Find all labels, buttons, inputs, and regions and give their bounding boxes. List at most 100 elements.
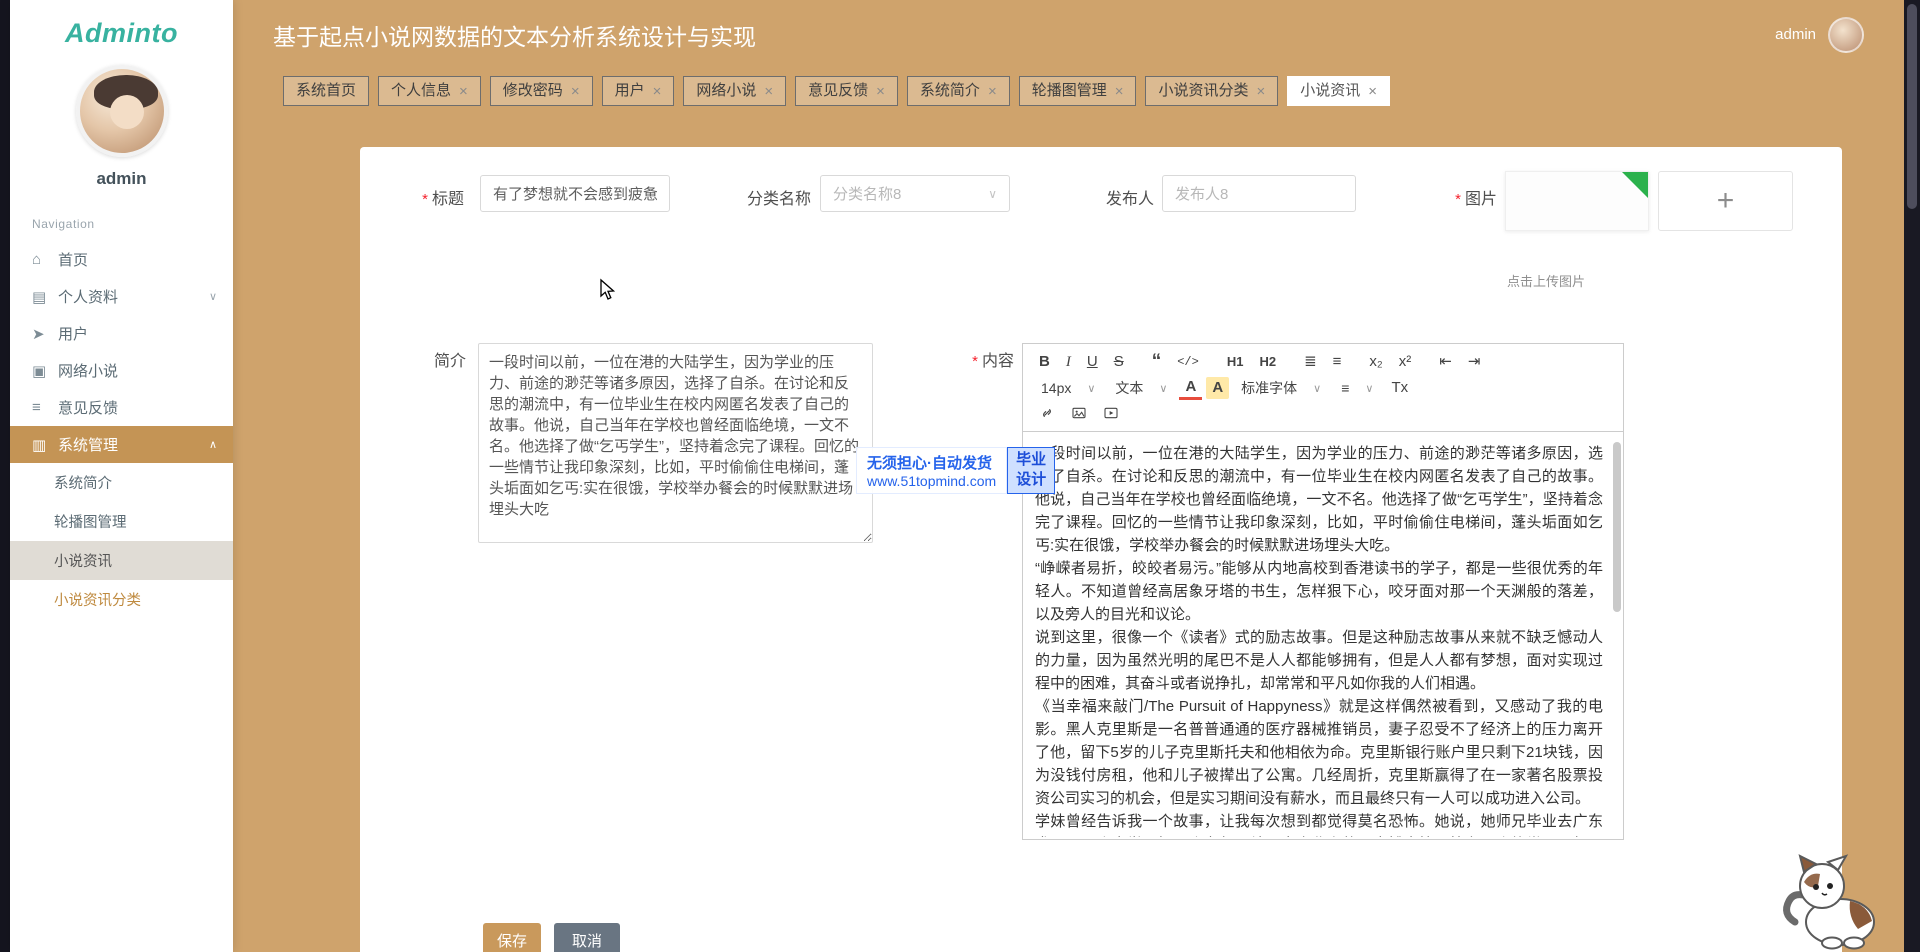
vendor-watermark: 无须担心·自动发货 www.51topmind.com 毕业 设计 [856,447,1055,494]
save-button[interactable]: 保存 [483,923,541,952]
tab-novel-news-category[interactable]: 小说资讯分类 × [1145,76,1278,106]
clear-format-button[interactable]: Tx [1385,377,1414,399]
image-upload-add-button[interactable]: + [1658,171,1793,231]
indent-button[interactable]: ⇥ [1462,351,1487,373]
sidebar-user-avatar[interactable] [76,65,168,157]
category-select-value: 分类名称8 [833,183,901,204]
cancel-button[interactable]: 取消 [554,923,620,952]
publisher-input[interactable] [1162,175,1356,212]
ordered-list-button[interactable]: ≣ [1298,351,1323,373]
submenu-item-novel-news[interactable]: 小说资讯 [10,541,233,580]
tab-label: 个人信息 [391,77,451,105]
header-user-avatar[interactable] [1828,17,1864,53]
close-icon[interactable]: × [764,84,773,99]
chevron-down-icon: ∨ [209,290,217,303]
video-button[interactable] [1097,403,1125,423]
image-icon [1071,405,1087,421]
image-label: *图片 [1400,185,1497,209]
sidebar: Adminto admin Navigation ⌂ 首页 ▤ 个人资料 ∨ ➤… [10,0,233,952]
strikethrough-button[interactable]: S [1108,351,1130,373]
chevron-down-icon: ∨ [1313,382,1321,395]
close-icon[interactable]: × [1368,84,1377,99]
image-button[interactable] [1065,403,1093,423]
title-input[interactable] [480,175,670,212]
tab-system-home[interactable]: 系统首页 [283,76,369,106]
sidebar-item-users[interactable]: ➤ 用户 [10,315,233,352]
chevron-up-icon: ∧ [209,438,217,451]
close-icon[interactable]: × [876,84,885,99]
underline-button[interactable]: U [1081,351,1104,373]
profile-icon: ▤ [32,288,58,306]
cat-mascot-image [1780,852,1885,950]
publisher-label: 发布人 [1040,185,1154,209]
header-user-menu[interactable]: admin [1775,17,1864,53]
align-select[interactable]: ≡ ∨ [1333,379,1381,397]
page-title: 基于起点小说网数据的文本分析系统设计与实现 [273,18,1775,52]
header1-button[interactable]: H1 [1221,351,1250,373]
sidebar-item-label: 用户 [58,323,217,344]
intro-label: 简介 [390,347,466,371]
plus-icon: + [1717,184,1735,218]
intro-textarea[interactable]: 一段时间以前，一位在港的大陆学生，因为学业的压力、前途的渺茫等诸多原因，选择了自… [478,343,873,543]
close-icon[interactable]: × [459,84,468,99]
paragraph-style-select[interactable]: 文本 ∨ [1107,377,1175,399]
header2-button[interactable]: H2 [1253,351,1282,373]
tab-web-novel[interactable]: 网络小说 × [683,76,786,106]
watermark-badge: 毕业 设计 [1007,447,1055,494]
blockquote-button[interactable]: “ [1146,354,1168,370]
close-icon[interactable]: × [653,84,662,99]
editor-paragraph: 一段时间以前，一位在港的大陆学生，因为学业的压力、前途的渺茫等诸多原因，选择了自… [1035,442,1603,557]
close-icon[interactable]: × [1115,84,1124,99]
bold-button[interactable]: B [1033,351,1056,373]
content-area: *标题 分类名称 分类名称8 ∨ 发布人 *图片 + [233,113,1904,952]
image-upload-hint[interactable]: 点击上传图片 [1507,271,1585,290]
tab-label: 轮播图管理 [1032,77,1107,105]
editor-paragraph: 《当幸福来敲门/The Pursuit of Happyness》就是这样偶然被… [1035,695,1603,810]
sidebar-item-web-novel[interactable]: ▣ 网络小说 [10,352,233,389]
required-mark: * [1455,191,1461,208]
video-icon [1103,405,1119,421]
sidebar-item-home[interactable]: ⌂ 首页 [10,241,233,278]
nav-section-label: Navigation [32,217,233,231]
editor-paragraph: 说到这里，很像一个《读者》式的励志故事。但是这种励志故事从来就不缺乏憾动人的力量… [1035,626,1603,695]
sidebar-item-label: 首页 [58,249,217,270]
tab-personal-info[interactable]: 个人信息 × [378,76,481,106]
content-label: *内容 [916,347,1014,371]
submenu-item-novel-news-category[interactable]: 小说资讯分类 [10,580,233,619]
superscript-button[interactable]: x² [1393,351,1418,373]
text-color-button[interactable]: A [1179,376,1202,400]
outdent-button[interactable]: ⇤ [1433,351,1458,373]
bullet-list-button[interactable]: ≡ [1327,351,1348,373]
italic-button[interactable]: I [1060,351,1077,373]
editor-content[interactable]: 一段时间以前，一位在港的大陆学生，因为学业的压力、前途的渺茫等诸多原因，选择了自… [1023,432,1623,837]
sidebar-item-system-management[interactable]: ▥ 系统管理 ∧ [10,426,233,463]
subscript-button[interactable]: x₂ [1363,351,1388,373]
tab-carousel-management[interactable]: 轮播图管理 × [1019,76,1137,106]
tab-feedback[interactable]: 意见反馈 × [795,76,898,106]
tab-system-intro[interactable]: 系统简介 × [907,76,1010,106]
top-header: 基于起点小说网数据的文本分析系统设计与实现 admin [233,0,1904,69]
tab-users[interactable]: 用户 × [602,76,675,106]
close-icon[interactable]: × [1257,84,1266,99]
tab-change-password[interactable]: 修改密码 × [490,76,593,106]
tab-novel-news[interactable]: 小说资讯 × [1287,76,1390,106]
code-block-button[interactable]: </> [1171,351,1205,373]
form-card: *标题 分类名称 分类名称8 ∨ 发布人 *图片 + [360,147,1842,952]
link-button[interactable] [1033,403,1061,423]
tab-label: 系统首页 [296,77,356,105]
submenu-item-carousel-management[interactable]: 轮播图管理 [10,502,233,541]
close-icon[interactable]: × [571,84,580,99]
editor-scrollbar[interactable] [1613,442,1621,612]
header-username: admin [1775,26,1816,43]
sidebar-item-profile[interactable]: ▤ 个人资料 ∨ [10,278,233,315]
page-scrollbar-thumb[interactable] [1907,4,1917,209]
category-select[interactable]: 分类名称8 ∨ [820,175,1010,212]
highlight-color-button[interactable]: A [1206,377,1229,399]
sidebar-nav: ⌂ 首页 ▤ 个人资料 ∨ ➤ 用户 ▣ 网络小说 ≡ 意见反馈 ▥ [10,241,233,619]
image-upload-preview[interactable] [1505,171,1649,231]
sidebar-item-feedback[interactable]: ≡ 意见反馈 [10,389,233,426]
font-family-select[interactable]: 标准字体 ∨ [1233,377,1329,399]
close-icon[interactable]: × [988,84,997,99]
submenu-item-system-intro[interactable]: 系统简介 [10,463,233,502]
font-size-select[interactable]: 14px ∨ [1033,379,1103,397]
